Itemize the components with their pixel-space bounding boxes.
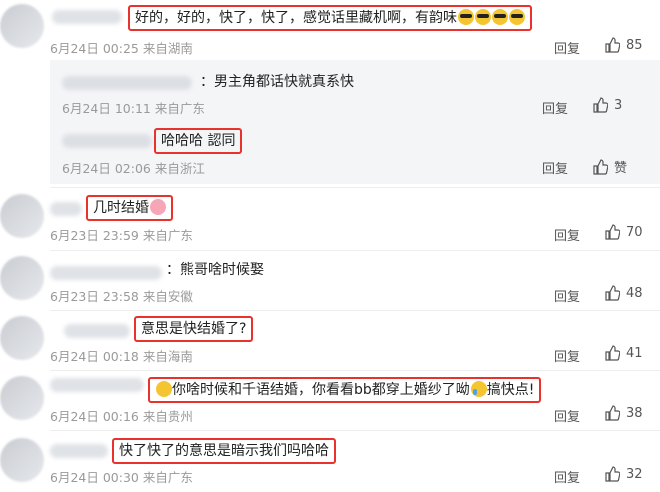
- comment-meta: 6月23日 23:58 来自安徽: [50, 289, 193, 304]
- like-button[interactable]: 32: [604, 466, 643, 482]
- comment-item: 快了快了的意思是暗示我们吗哈哈 6月24日 00:30 来自广东 回复 32: [0, 432, 660, 492]
- like-count: 32: [626, 466, 643, 482]
- reply-button[interactable]: 回复: [542, 158, 568, 177]
- like-button[interactable]: 70: [604, 224, 643, 240]
- divider: [50, 187, 660, 188]
- comment-meta: 6月24日 00:16 来自贵州: [50, 409, 193, 424]
- avatar[interactable]: [0, 316, 44, 360]
- thumbs-up-icon: [593, 97, 608, 113]
- like-count: 41: [626, 345, 643, 361]
- reply-button[interactable]: 回复: [554, 286, 580, 305]
- thumbs-up-icon: [593, 158, 608, 175]
- sunglasses-emoji-icon: [458, 9, 474, 25]
- crying-emoji-icon: [470, 381, 487, 397]
- like-count: 赞: [614, 161, 628, 176]
- like-count: 70: [626, 224, 643, 240]
- comment-meta: 6月24日 00:25 来自湖南: [50, 41, 193, 56]
- username-blurred[interactable]: [52, 10, 122, 24]
- comment-text-wrapper: 你啥时候和千语结婚，你看看bb都穿上婚纱了呦 搞快点!: [148, 377, 542, 403]
- username-blurred[interactable]: [50, 444, 108, 458]
- avatar[interactable]: [0, 4, 44, 48]
- sunglasses-emoji-icon: [509, 9, 525, 25]
- comment-text: 好的，好的，快了，快了，感觉话里藏机啊，有韵味: [135, 10, 457, 26]
- username-blurred[interactable]: [50, 266, 162, 280]
- reply-meta: 6月24日 02:06 来自浙江: [62, 161, 205, 176]
- like-count: 48: [626, 285, 643, 301]
- thumbs-up-icon: [605, 224, 620, 240]
- reply-button[interactable]: 回复: [554, 38, 580, 57]
- comment-meta: 6月24日 00:30 来自广东: [50, 470, 193, 485]
- reply-text: 哈哈哈 認同: [154, 128, 243, 154]
- like-count: 85: [626, 37, 643, 53]
- thumbs-up-icon: [605, 405, 620, 421]
- like-count: 38: [626, 405, 643, 421]
- comment-text: 快了快了的意思是暗示我们吗哈哈: [112, 438, 336, 464]
- username-blurred[interactable]: [50, 378, 144, 392]
- reply-button[interactable]: 回复: [554, 467, 580, 486]
- reply-button[interactable]: 回复: [554, 406, 580, 425]
- comment-item: 几时结婚 6月23日 23:59 来自广东 回复 70: [0, 190, 660, 250]
- reply-thread: ：男主角都话快就真系快 6月24日 10:11 来自广东 回复 3 哈哈哈 認同…: [50, 60, 660, 184]
- comment-item: 意思是快结婚了? 6月24日 00:18 来自海南 回复 41: [0, 312, 660, 370]
- like-button[interactable]: 38: [604, 405, 643, 421]
- reply-button[interactable]: 回复: [554, 346, 580, 365]
- divider: [50, 430, 660, 431]
- like-button[interactable]: 41: [604, 345, 643, 361]
- thumbs-up-icon: [605, 466, 620, 482]
- thumbs-up-icon: [605, 37, 620, 53]
- comment-text-wrapper: 好的，好的，快了，快了，感觉话里藏机啊，有韵味: [128, 5, 532, 31]
- avatar[interactable]: [0, 376, 44, 420]
- comment-text: 搞快点!: [486, 382, 535, 398]
- like-count: 3: [614, 97, 623, 113]
- comment-item: 好的，好的，快了，快了，感觉话里藏机啊，有韵味 6月24日 00:25 来自湖南…: [0, 0, 660, 184]
- like-button[interactable]: 85: [604, 37, 643, 53]
- sunglasses-emoji-icon: [492, 9, 508, 25]
- comment-text: 你啥时候和千语结婚，你看看bb都穿上婚纱了呦: [172, 382, 470, 398]
- reply-username-blurred[interactable]: [62, 134, 152, 148]
- avatar[interactable]: [0, 194, 44, 238]
- thumbs-up-icon: [605, 345, 620, 361]
- reply-text: ：男主角都话快就真系快: [200, 74, 354, 90]
- comment-text: 意思是快结婚了?: [134, 316, 254, 342]
- sunglasses-emoji-icon: [475, 9, 491, 25]
- thumbs-up-icon: [605, 285, 620, 301]
- blush-emoji-icon: [150, 199, 166, 215]
- comment-text: ：熊哥啥时候娶: [166, 262, 264, 278]
- reply-button[interactable]: 回复: [554, 225, 580, 244]
- divider: [50, 310, 660, 311]
- comment-text-wrapper: 几时结婚: [86, 195, 173, 221]
- comment-item: 你啥时候和千语结婚，你看看bb都穿上婚纱了呦 搞快点! 6月24日 00:16 来…: [0, 372, 660, 430]
- comment-text: 几时结婚: [93, 200, 149, 216]
- comment-item: ：熊哥啥时候娶 6月23日 23:58 来自安徽 回复 48: [0, 252, 660, 310]
- reply-meta: 6月24日 10:11 来自广东: [62, 101, 205, 116]
- avatar[interactable]: [0, 438, 44, 482]
- divider: [50, 370, 660, 371]
- username-blurred[interactable]: [64, 324, 130, 338]
- username-blurred[interactable]: [50, 202, 82, 216]
- comment-meta: 6月23日 23:59 来自广东: [50, 228, 193, 243]
- sad-emoji-icon: [156, 381, 172, 397]
- reply-button[interactable]: 回复: [542, 98, 568, 117]
- avatar[interactable]: [0, 256, 44, 300]
- like-button[interactable]: 3: [592, 97, 622, 113]
- like-button[interactable]: 48: [604, 285, 643, 301]
- comment-meta: 6月24日 00:18 来自海南: [50, 349, 193, 364]
- divider: [50, 250, 660, 251]
- like-button[interactable]: 赞: [592, 157, 627, 176]
- reply-username-blurred[interactable]: [62, 76, 192, 90]
